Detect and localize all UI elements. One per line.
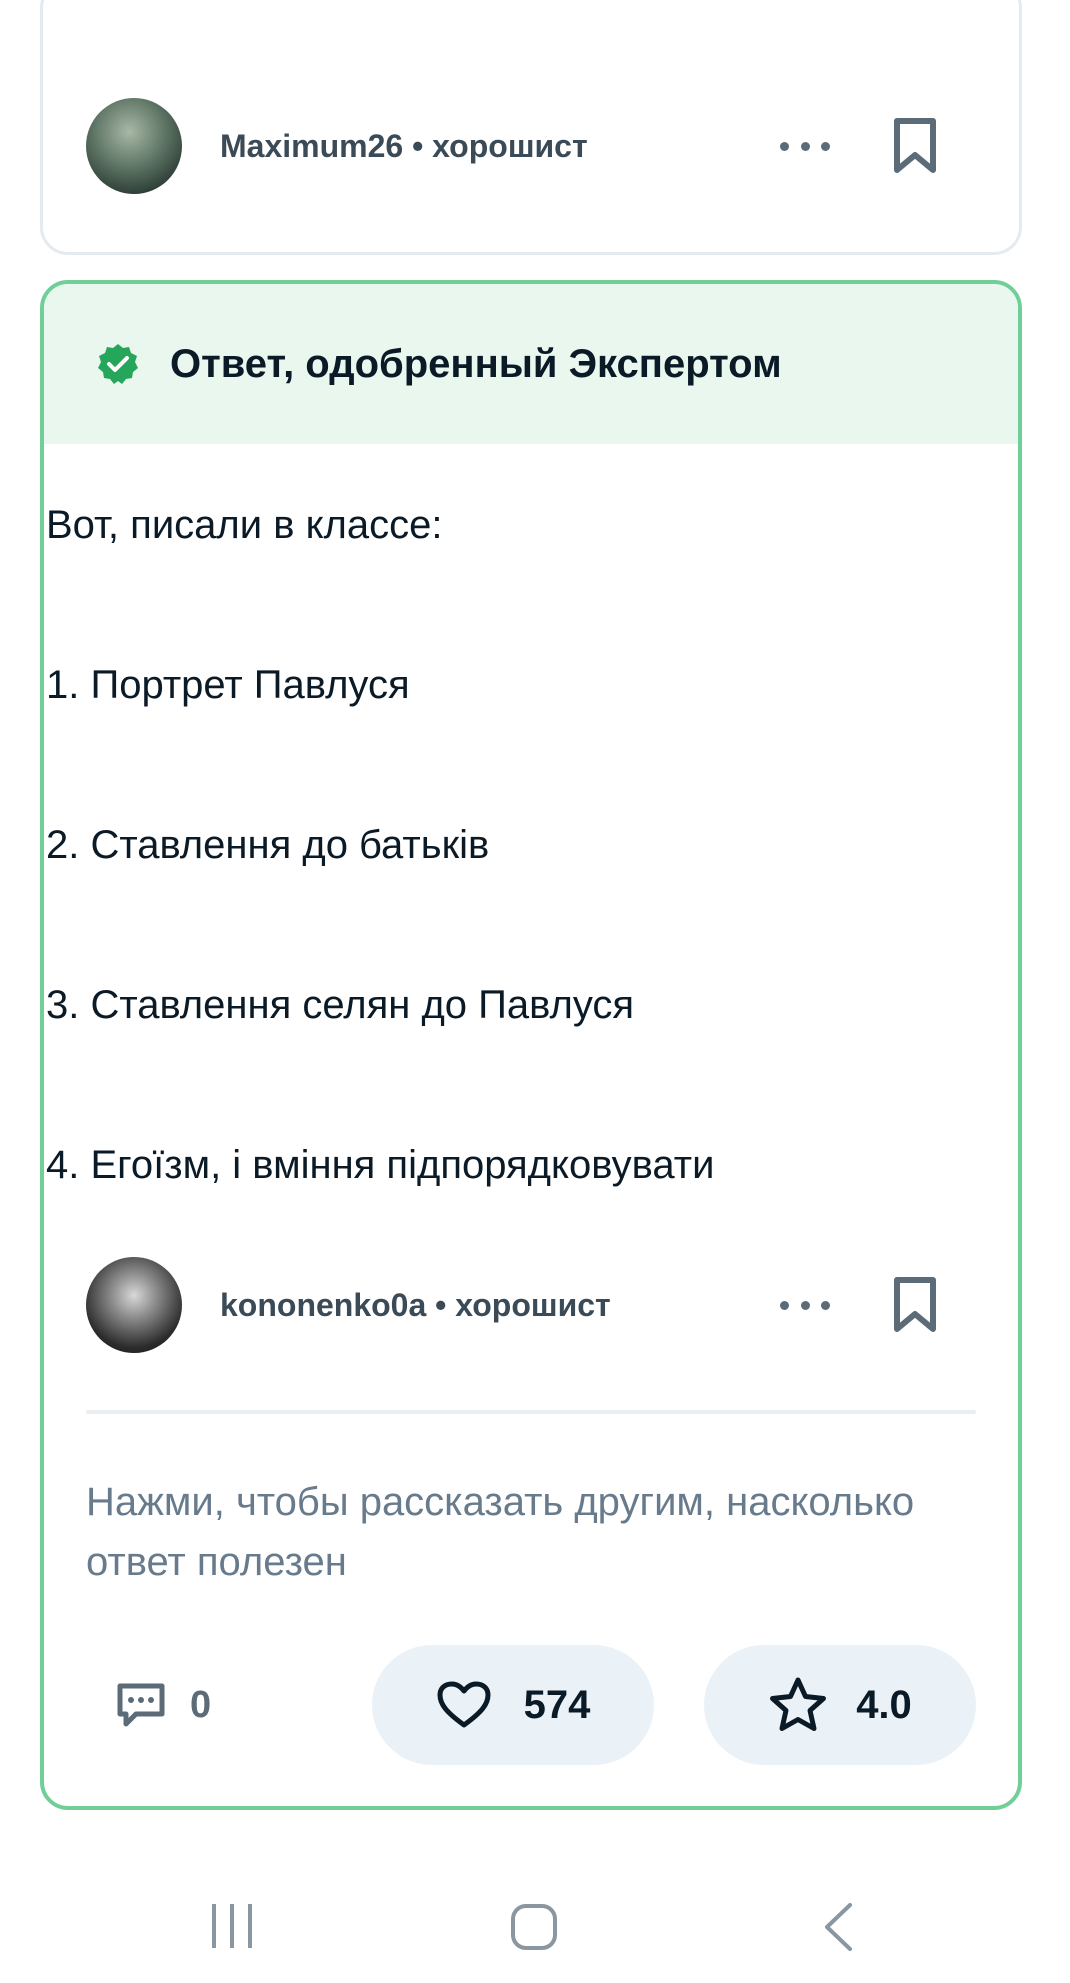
divider [86,1410,976,1414]
author-rank: хорошист [455,1286,611,1323]
answer-line: 4. Егоїзм, і вміння підпорядковувати [46,1143,715,1187]
action-bar: 0 574 4.0 [86,1645,976,1765]
author-rank: хорошист [432,127,588,164]
system-nav-bar [0,1870,1070,1980]
more-icon[interactable] [780,126,830,166]
author-label[interactable]: kononenko0a • хорошист [220,1287,780,1324]
bookmark-icon[interactable] [892,1276,938,1334]
verified-badge-icon [98,344,138,384]
recents-icon[interactable] [208,1902,256,1950]
answer-line: 3. Ставлення селян до Павлуся [46,983,635,1027]
answer-line: 1. Портрет Павлуся [46,663,410,707]
like-count: 574 [523,1682,591,1727]
avatar[interactable] [86,1257,182,1353]
star-icon [770,1677,827,1731]
heart-icon [437,1681,491,1728]
rate-prompt[interactable]: Нажми, чтобы рассказать другим, наскольк… [86,1472,966,1592]
more-icon[interactable] [780,1285,830,1325]
bookmark-icon[interactable] [892,117,938,175]
back-icon[interactable] [822,1902,854,1952]
comments-button[interactable]: 0 [116,1675,211,1735]
avatar[interactable] [86,98,182,194]
rating-button[interactable]: 4.0 [704,1645,976,1765]
author-name[interactable]: kononenko0a [220,1287,426,1323]
author-name[interactable]: Maximum26 [220,128,403,164]
separator: • [403,127,433,164]
rating-value: 4.0 [856,1682,912,1727]
like-button[interactable]: 574 [372,1645,654,1765]
previous-answer-author-row: Maximum26 • хорошист [86,96,956,196]
expert-header: Ответ, одобренный Экспертом [44,284,1018,444]
separator: • [426,1286,456,1323]
comment-count: 0 [190,1683,212,1726]
answer-line: Вот, писали в классе: [46,503,443,547]
expert-answer-author-row: kononenko0a • хорошист [86,1255,956,1355]
expert-title: Ответ, одобренный Экспертом [170,341,782,386]
author-label[interactable]: Maximum26 • хорошист [220,128,780,165]
home-icon[interactable] [510,1903,558,1951]
answer-line: 2. Ставлення до батьків [46,823,490,867]
comment-icon [117,1683,165,1727]
